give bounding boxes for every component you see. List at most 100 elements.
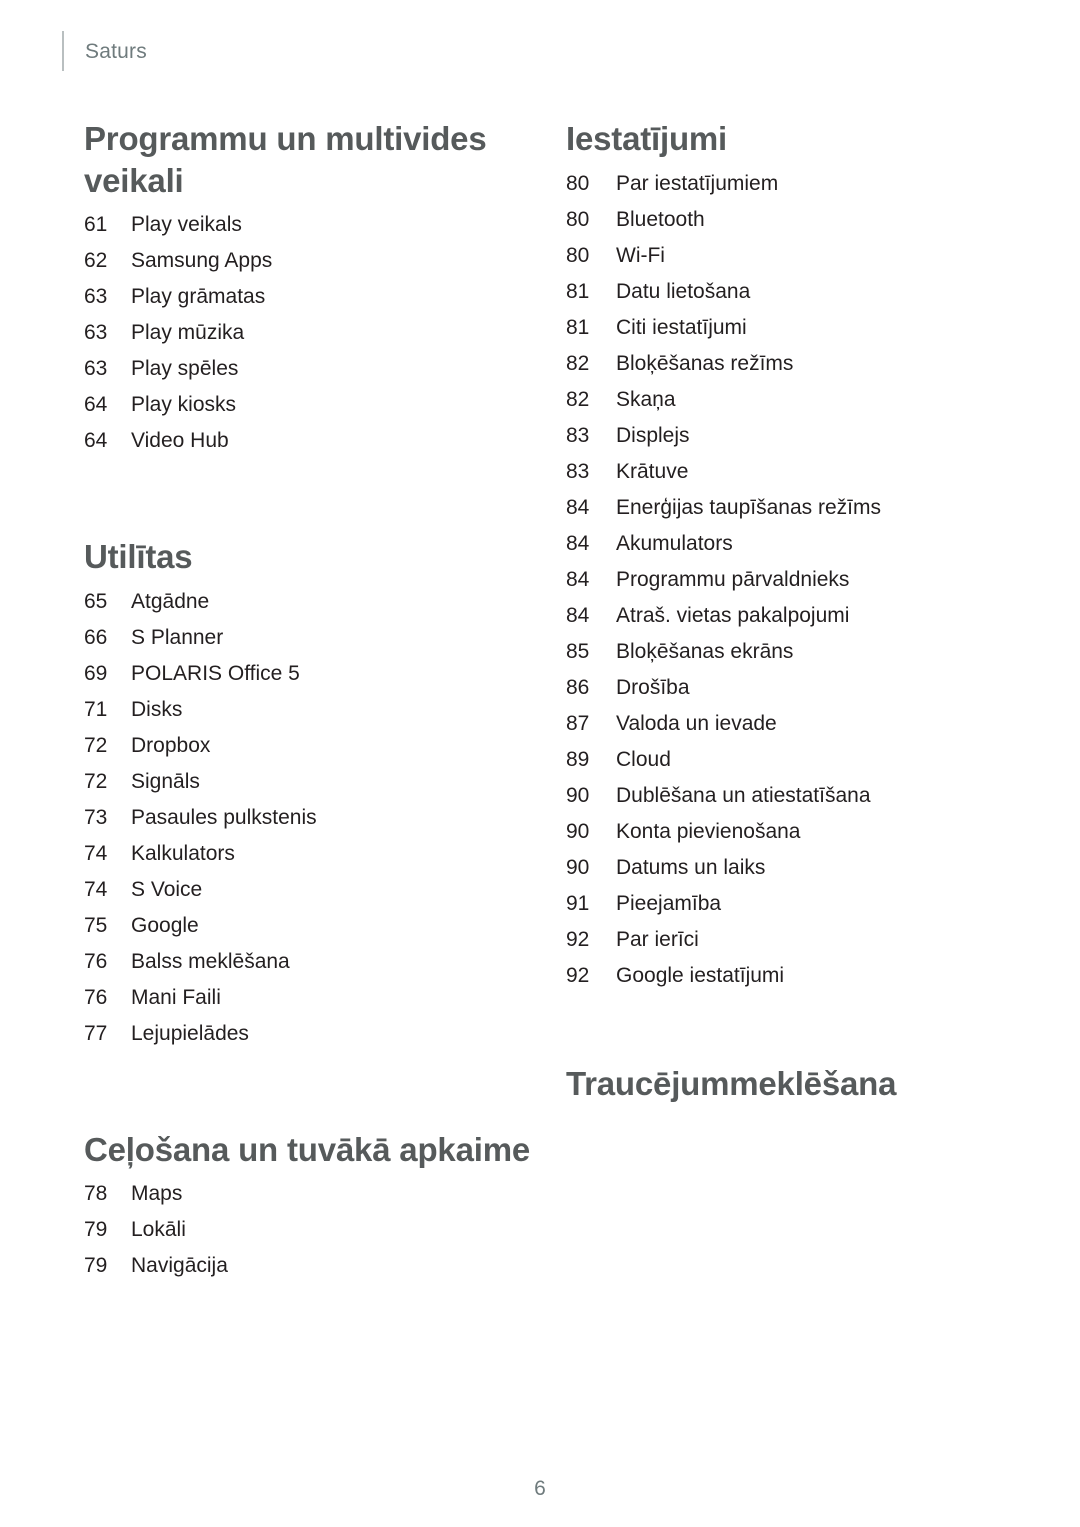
toc-entry-page: 61 [84, 213, 108, 237]
toc-entry[interactable]: 69 POLARIS Office 5 [84, 656, 534, 692]
toc-section-utilitas: Utilītas 65 Atgādne 66 S Planner 69 POLARIS Of… [84, 536, 534, 1052]
toc-entry-page: 78 [84, 1182, 108, 1206]
toc-entry[interactable]: 86 Drošība [566, 670, 996, 706]
toc-entry[interactable]: 82 Skaņa [566, 382, 996, 418]
toc-entry[interactable]: 80 Bluetooth [566, 202, 996, 238]
toc-entry[interactable]: 72 Dropbox [84, 728, 534, 764]
toc-entry[interactable]: 77 Lejupielādes [84, 1016, 534, 1052]
toc-section-celosana-un-tuvaka-apkaime: Ceļošana un tuvākā apkaime 78 Maps 79 Lokāli… [84, 1129, 534, 1285]
toc-entry-label: Balss meklēšana [131, 949, 290, 973]
toc-entry[interactable]: 82 Bloķēšanas režīms [566, 346, 996, 382]
toc-entry-label: Bloķēšanas režīms [616, 351, 794, 375]
toc-entry[interactable]: 84 Enerģijas taupīšanas režīms [566, 490, 996, 526]
toc-entry-label: Akumulators [616, 531, 733, 555]
toc-entry[interactable]: 85 Bloķēšanas ekrāns [566, 634, 996, 670]
toc-entry-page: 90 [566, 819, 590, 843]
toc-entry[interactable]: 90 Datums un laiks [566, 850, 996, 886]
toc-entry-label: Navigācija [131, 1254, 228, 1278]
toc-entry[interactable]: 74 S Voice [84, 872, 534, 908]
toc-entry-page: 71 [84, 697, 108, 721]
toc-entry[interactable]: 64 Play kiosks [84, 387, 534, 423]
toc-entry[interactable]: 76 Mani Faili [84, 980, 534, 1016]
toc-entry-label: Pasaules pulkstenis [131, 805, 317, 829]
toc-entry-page: 81 [566, 279, 590, 303]
toc-section-iestatijumi: Iestatījumi 80 Par iestatījumiem 80 Bluetoot… [566, 118, 996, 994]
toc-entry-label: Bloķēšanas ekrāns [616, 639, 794, 663]
running-header-rule [62, 31, 64, 71]
toc-entry[interactable]: 87 Valoda un ievade [566, 706, 996, 742]
toc-section-programmu-un-multivides-veikali: Programmu un multivides veikali 61 Play ve… [84, 118, 534, 459]
section-heading: Utilītas [84, 538, 193, 576]
toc-entry[interactable]: 92 Google iestatījumi [566, 958, 996, 994]
toc-entry-label: Enerģijas taupīšanas režīms [616, 495, 881, 519]
toc-entry[interactable]: 81 Datu lietošana [566, 274, 996, 310]
toc-entry[interactable]: 83 Displejs [566, 418, 996, 454]
toc-entry[interactable]: 64 Video Hub [84, 423, 534, 459]
toc-entry[interactable]: 92 Par ierīci [566, 922, 996, 958]
toc-entry-page: 63 [84, 285, 108, 309]
section-heading: Programmu un multivides veikali [84, 120, 487, 199]
toc-entry-label: Signāls [131, 769, 200, 793]
toc-entry[interactable]: 62 Samsung Apps [84, 243, 534, 279]
toc-entry-label: Bluetooth [616, 207, 705, 231]
toc-entry-page: 79 [84, 1218, 108, 1242]
toc-entry[interactable]: 90 Konta pievienošana [566, 814, 996, 850]
toc-page: Saturs Programmu un multivides veikali 61… [0, 0, 1080, 1527]
toc-entry[interactable]: 91 Pieejamība [566, 886, 996, 922]
toc-entry-page: 82 [566, 351, 590, 375]
toc-entry-label: Displejs [616, 423, 690, 447]
toc-entry[interactable]: 83 Krātuve [566, 454, 996, 490]
toc-entry-list: 78 Maps 79 Lokāli 79 Navigācija [84, 1176, 534, 1284]
toc-entry[interactable]: 90 Dublēšana un atiestatīšana [566, 778, 996, 814]
toc-entry-label: Pieejamība [616, 891, 722, 915]
section-heading: Iestatījumi [566, 120, 728, 157]
toc-entry-page: 80 [566, 243, 590, 267]
toc-entry[interactable]: 84 Programmu pārvaldnieks [566, 562, 996, 598]
toc-entry[interactable]: 78 Maps [84, 1176, 534, 1212]
toc-entry[interactable]: 75 Google [84, 908, 534, 944]
toc-entry[interactable]: 80 Wi-Fi [566, 238, 996, 274]
toc-entry[interactable]: 63 Play mūzika [84, 315, 534, 351]
toc-entry-page: 66 [84, 625, 108, 649]
toc-entry-label: Par iestatījumiem [616, 171, 779, 195]
toc-entry[interactable]: 79 Navigācija [84, 1248, 534, 1284]
toc-entry[interactable]: 79 Lokāli [84, 1212, 534, 1248]
toc-entry[interactable]: 71 Disks [84, 692, 534, 728]
toc-entry[interactable]: 84 Atraš. vietas pakalpojumi [566, 598, 996, 634]
toc-entry-label: Valoda un ievade [616, 711, 777, 735]
toc-entry-list: 61 Play veikals 62 Samsung Apps 63 Play grāma… [84, 207, 534, 459]
toc-entry[interactable]: 73 Pasaules pulkstenis [84, 800, 534, 836]
toc-section-traucejummeklesana: Traucējummeklēšana [566, 1063, 996, 1105]
toc-entry-label: Programmu pārvaldnieks [616, 567, 850, 591]
toc-entry-page: 72 [84, 733, 108, 757]
toc-entry-label: Kalkulators [131, 841, 235, 865]
toc-entry-page: 69 [84, 661, 108, 685]
toc-entry[interactable]: 80 Par iestatījumiem [566, 166, 996, 202]
toc-entry-label: Datu lietošana [616, 279, 751, 303]
toc-entry[interactable]: 66 S Planner [84, 620, 534, 656]
toc-entry[interactable]: 74 Kalkulators [84, 836, 534, 872]
toc-entry-label: Google [131, 913, 199, 937]
toc-entry[interactable]: 65 Atgādne [84, 584, 534, 620]
toc-entry-label: Disks [131, 697, 183, 721]
toc-entry-label: Skaņa [616, 387, 676, 411]
toc-entry-page: 84 [566, 531, 590, 555]
toc-entry-page: 91 [566, 891, 590, 915]
page-number: 6 [534, 1477, 546, 1500]
toc-entry[interactable]: 63 Play spēles [84, 351, 534, 387]
toc-entry-label: Dublēšana un atiestatīšana [616, 783, 871, 807]
toc-entry[interactable]: 72 Signāls [84, 764, 534, 800]
toc-entry-label: Cloud [616, 747, 671, 771]
toc-entry-page: 84 [566, 603, 590, 627]
toc-entry[interactable]: 61 Play veikals [84, 207, 534, 243]
toc-entry-page: 82 [566, 387, 590, 411]
toc-entry[interactable]: 63 Play grāmatas [84, 279, 534, 315]
toc-entry[interactable]: 84 Akumulators [566, 526, 996, 562]
toc-entry[interactable]: 89 Cloud [566, 742, 996, 778]
toc-entry[interactable]: 81 Citi iestatījumi [566, 310, 996, 346]
toc-entry[interactable]: 76 Balss meklēšana [84, 944, 534, 980]
toc-entry-page: 84 [566, 567, 590, 591]
section-heading: Traucējummeklēšana [566, 1064, 897, 1102]
toc-entry-page: 75 [84, 913, 108, 937]
